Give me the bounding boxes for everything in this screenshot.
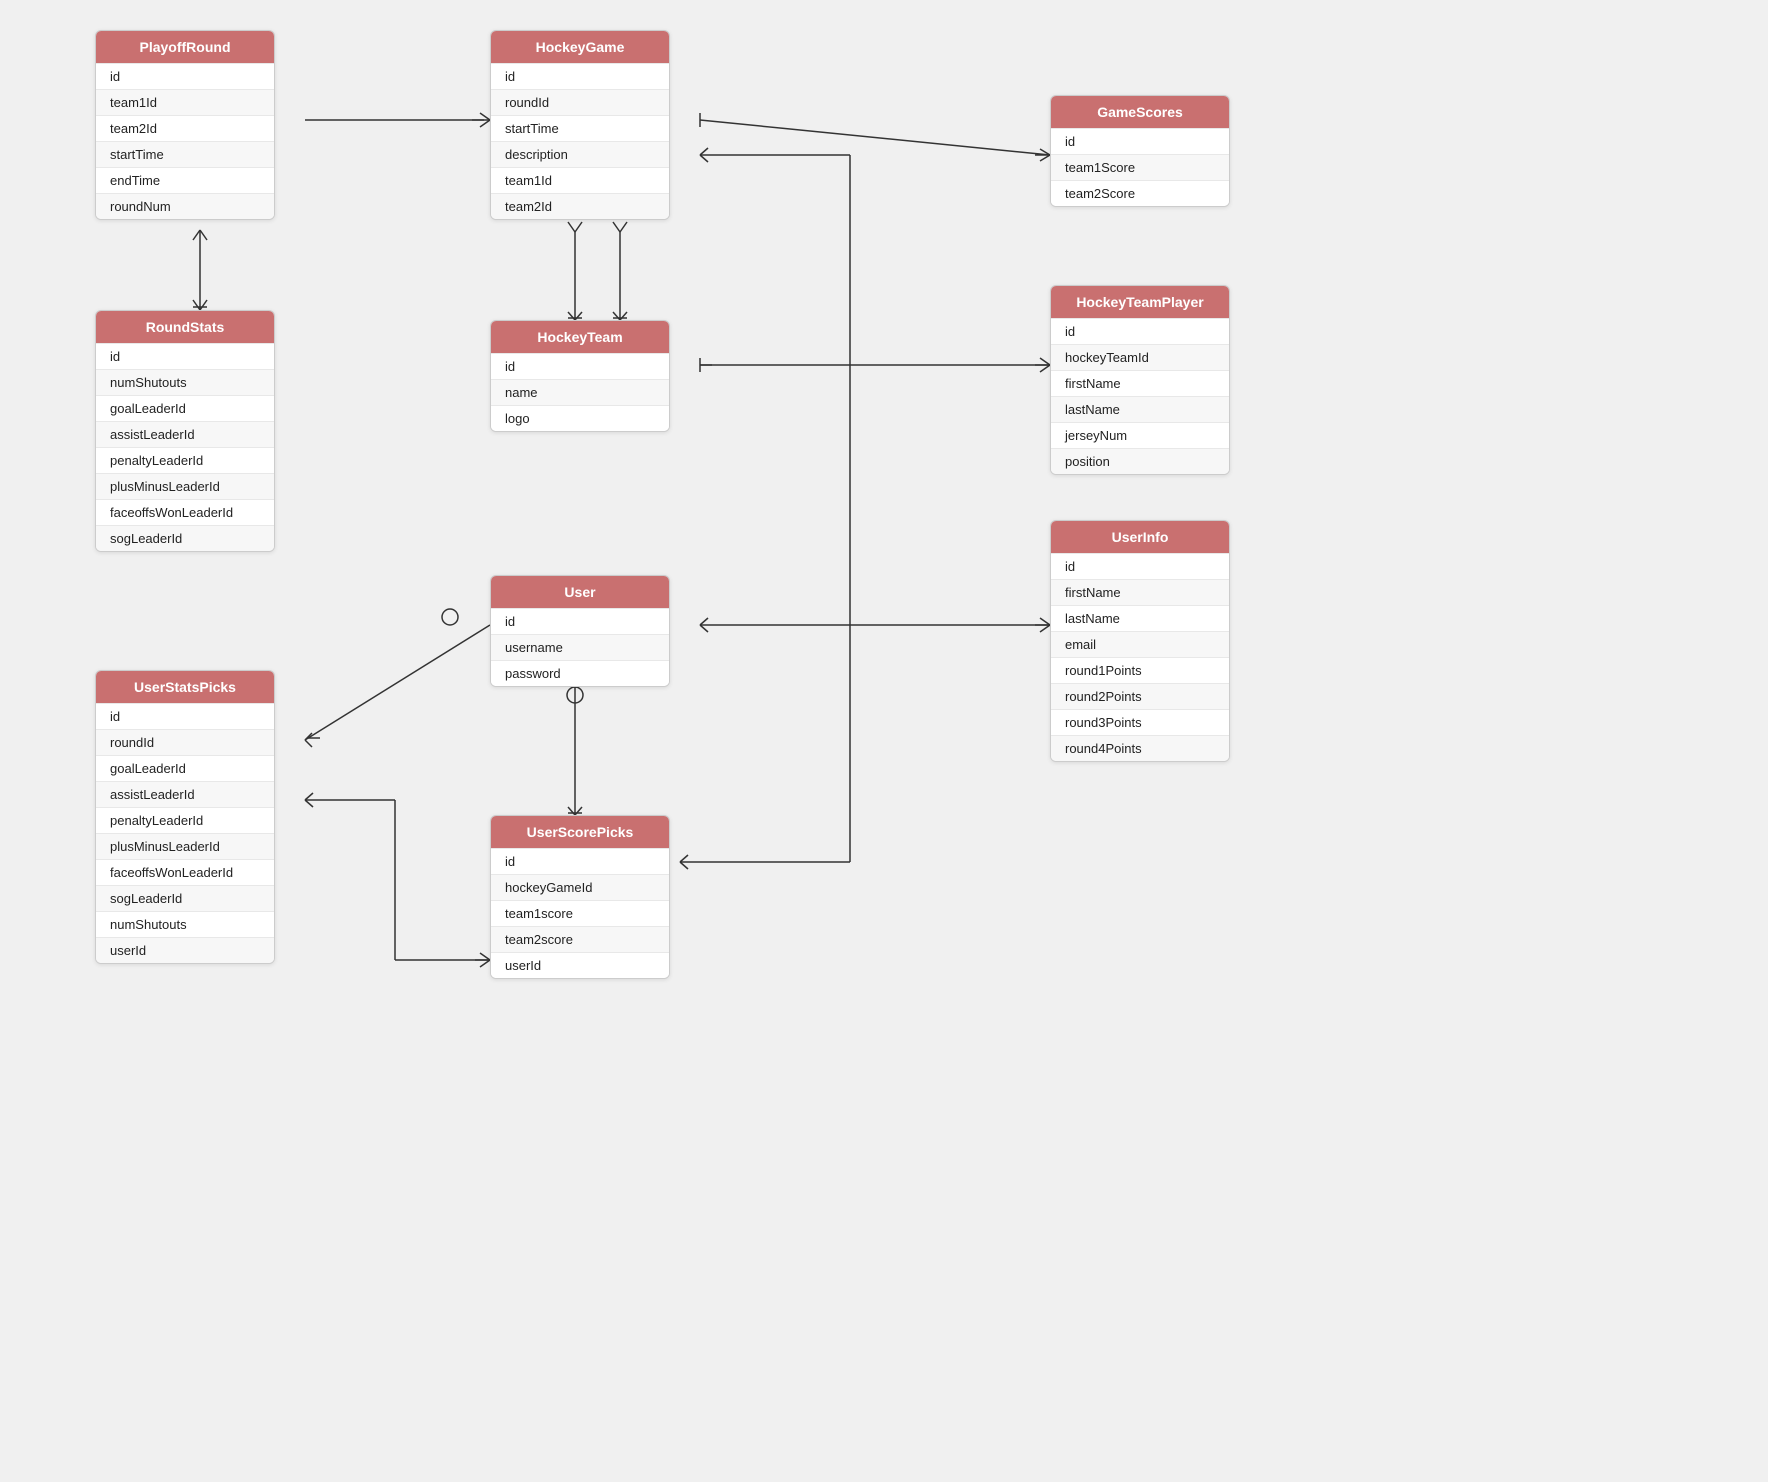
table-row: assistLeaderId xyxy=(96,781,274,807)
table-row: round4Points xyxy=(1051,735,1229,761)
table-row: hockeyGameId xyxy=(491,874,669,900)
table-row: team1Id xyxy=(491,167,669,193)
table-row: round1Points xyxy=(1051,657,1229,683)
table-row: team2score xyxy=(491,926,669,952)
table-row: lastName xyxy=(1051,396,1229,422)
table-row: hockeyTeamId xyxy=(1051,344,1229,370)
table-row: position xyxy=(1051,448,1229,474)
table-row: penaltyLeaderId xyxy=(96,807,274,833)
table-header-user: User xyxy=(491,576,669,608)
table-row: userId xyxy=(491,952,669,978)
diagram-canvas: PlayoffRoundidteam1Idteam2IdstartTimeend… xyxy=(0,0,1768,1482)
table-row: team1score xyxy=(491,900,669,926)
table-playoffround: PlayoffRoundidteam1Idteam2IdstartTimeend… xyxy=(95,30,275,220)
table-row: description xyxy=(491,141,669,167)
table-row: password xyxy=(491,660,669,686)
table-row: startTime xyxy=(96,141,274,167)
table-row: numShutouts xyxy=(96,911,274,937)
table-row: round2Points xyxy=(1051,683,1229,709)
table-row: assistLeaderId xyxy=(96,421,274,447)
table-row: team2Id xyxy=(491,193,669,219)
table-row: endTime xyxy=(96,167,274,193)
table-row: lastName xyxy=(1051,605,1229,631)
table-row: plusMinusLeaderId xyxy=(96,473,274,499)
table-row: startTime xyxy=(491,115,669,141)
table-row: id xyxy=(1051,318,1229,344)
table-row: id xyxy=(491,63,669,89)
table-row: plusMinusLeaderId xyxy=(96,833,274,859)
table-row: name xyxy=(491,379,669,405)
table-row: id xyxy=(96,343,274,369)
table-row: jerseyNum xyxy=(1051,422,1229,448)
table-row: id xyxy=(1051,553,1229,579)
table-row: roundNum xyxy=(96,193,274,219)
table-hockeyteamplayer: HockeyTeamPlayeridhockeyTeamIdfirstNamel… xyxy=(1050,285,1230,475)
table-row: numShutouts xyxy=(96,369,274,395)
table-row: sogLeaderId xyxy=(96,525,274,551)
table-row: round3Points xyxy=(1051,709,1229,735)
table-row: faceoffsWonLeaderId xyxy=(96,859,274,885)
table-row: firstName xyxy=(1051,579,1229,605)
table-header-roundstats: RoundStats xyxy=(96,311,274,343)
table-row: id xyxy=(96,703,274,729)
table-user: Useridusernamepassword xyxy=(490,575,670,687)
table-hockeygame: HockeyGameidroundIdstartTimedescriptiont… xyxy=(490,30,670,220)
table-userinfo: UserInfoidfirstNamelastNameemailround1Po… xyxy=(1050,520,1230,762)
table-header-userinfo: UserInfo xyxy=(1051,521,1229,553)
table-userstatspicks: UserStatsPicksidroundIdgoalLeaderIdassis… xyxy=(95,670,275,964)
table-header-hockeyteamplayer: HockeyTeamPlayer xyxy=(1051,286,1229,318)
table-header-userstatspicks: UserStatsPicks xyxy=(96,671,274,703)
table-row: username xyxy=(491,634,669,660)
table-row: id xyxy=(491,608,669,634)
table-header-gamescores: GameScores xyxy=(1051,96,1229,128)
table-row: logo xyxy=(491,405,669,431)
table-roundstats: RoundStatsidnumShutoutsgoalLeaderIdassis… xyxy=(95,310,275,552)
table-header-userscorepicks: UserScorePicks xyxy=(491,816,669,848)
table-row: goalLeaderId xyxy=(96,755,274,781)
table-row: team1Score xyxy=(1051,154,1229,180)
table-row: team2Score xyxy=(1051,180,1229,206)
table-row: goalLeaderId xyxy=(96,395,274,421)
table-row: id xyxy=(491,353,669,379)
table-row: userId xyxy=(96,937,274,963)
table-row: id xyxy=(1051,128,1229,154)
table-row: roundId xyxy=(96,729,274,755)
table-row: roundId xyxy=(491,89,669,115)
table-row: team1Id xyxy=(96,89,274,115)
table-row: id xyxy=(491,848,669,874)
table-row: id xyxy=(96,63,274,89)
table-hockeyteam: HockeyTeamidnamelogo xyxy=(490,320,670,432)
table-header-hockeygame: HockeyGame xyxy=(491,31,669,63)
table-row: penaltyLeaderId xyxy=(96,447,274,473)
table-header-playoffround: PlayoffRound xyxy=(96,31,274,63)
table-row: faceoffsWonLeaderId xyxy=(96,499,274,525)
table-row: email xyxy=(1051,631,1229,657)
table-gamescores: GameScoresidteam1Scoreteam2Score xyxy=(1050,95,1230,207)
table-userscorepicks: UserScorePicksidhockeyGameIdteam1scorete… xyxy=(490,815,670,979)
table-row: team2Id xyxy=(96,115,274,141)
table-header-hockeyteam: HockeyTeam xyxy=(491,321,669,353)
table-row: sogLeaderId xyxy=(96,885,274,911)
table-row: firstName xyxy=(1051,370,1229,396)
